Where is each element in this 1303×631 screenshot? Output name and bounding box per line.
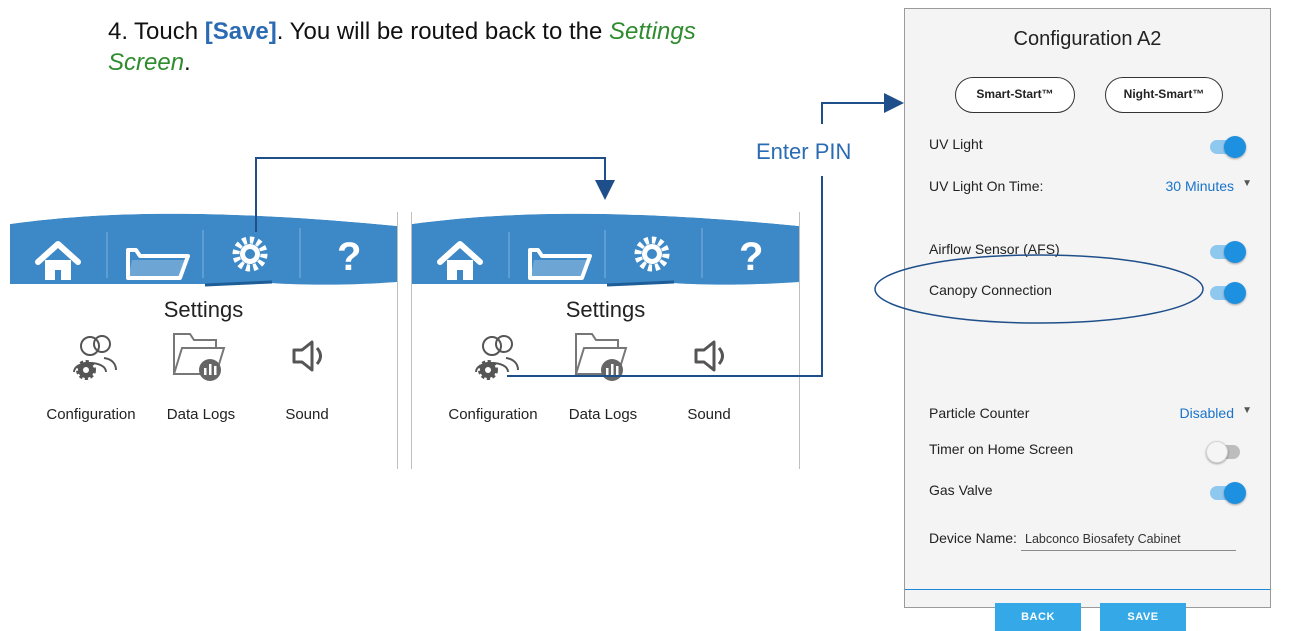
particle-counter-select[interactable]: Disabled ▼: [1179, 405, 1252, 421]
data-logs-label: Data Logs: [166, 406, 236, 423]
nav-bar: ?: [10, 212, 397, 287]
night-smart-button[interactable]: Night-Smart™: [1105, 77, 1223, 113]
gas-valve-label: Gas Valve: [929, 482, 993, 498]
settings-screen-before: ? Settings Configuration Data Logs Sound: [10, 212, 398, 469]
uv-light-on-time-label: UV Light On Time:: [929, 178, 1044, 194]
svg-text:?: ?: [337, 235, 361, 279]
gear-icon[interactable]: [232, 236, 268, 272]
save-reference: [Save]: [204, 18, 277, 45]
instruction-suffix: .: [184, 49, 191, 76]
dropdown-caret-icon: ▼: [1242, 178, 1252, 189]
uv-light-on-time-row: UV Light On Time: 30 Minutes ▼: [929, 175, 1252, 199]
timer-home-label: Timer on Home Screen: [929, 441, 1074, 457]
settings-screen-link-part1: Settings: [609, 18, 696, 45]
data-logs-label: Data Logs: [568, 406, 638, 423]
instruction-prefix: Touch: [134, 18, 205, 45]
nav-bar: ?: [412, 212, 799, 287]
particle-counter-row: Particle Counter Disabled ▼: [929, 402, 1252, 426]
instruction-middle: . You will be routed back to the: [276, 18, 609, 45]
device-name-row: Device Name: Labconco Biosafety Cabinet: [929, 528, 1246, 552]
page-title: Configuration A2: [1013, 28, 1162, 50]
back-button[interactable]: BACK: [995, 603, 1081, 631]
folder-chart-icon: [172, 333, 226, 381]
device-name-field[interactable]: Labconco Biosafety Cabinet: [1021, 527, 1236, 551]
svg-text:?: ?: [739, 235, 763, 279]
configuration-screen: Configuration A2 Smart-Start™ Night-Smar…: [904, 8, 1271, 631]
footer-divider: [905, 589, 1270, 590]
gas-valve-row: Gas Valve: [929, 479, 1246, 504]
canopy-connection-row: Canopy Connection: [929, 279, 1246, 304]
speaker-icon: [694, 340, 724, 372]
uv-light-toggle[interactable]: [1206, 136, 1246, 158]
page-title: Settings: [565, 297, 646, 322]
uv-light-label: UV Light: [929, 136, 983, 152]
step-number: 4.: [108, 18, 129, 45]
folder-icon[interactable]: [528, 248, 592, 280]
canopy-connection-toggle[interactable]: [1206, 282, 1246, 304]
sound-label: Sound: [687, 406, 731, 423]
timer-home-row: Timer on Home Screen: [929, 438, 1246, 463]
timer-home-toggle[interactable]: [1206, 441, 1246, 463]
help-icon[interactable]: ?: [337, 235, 361, 279]
folder-chart-icon: [574, 333, 628, 381]
save-button[interactable]: SAVE: [1100, 603, 1186, 631]
page-title: Settings: [163, 297, 244, 322]
folder-icon[interactable]: [126, 248, 190, 280]
particle-counter-label: Particle Counter: [929, 405, 1030, 421]
smart-start-button[interactable]: Smart-Start™: [955, 77, 1075, 113]
airflow-sensor-row: Airflow Sensor (AFS): [929, 238, 1246, 263]
uv-light-on-time-select[interactable]: 30 Minutes ▼: [1165, 178, 1252, 194]
particle-counter-value: Disabled: [1179, 405, 1234, 421]
settings-screen-after: ? Settings Configuration Data Logs Sound: [411, 212, 800, 469]
help-icon[interactable]: ?: [739, 235, 763, 279]
pin-to-config-arrow: [821, 93, 904, 124]
device-name-label: Device Name:: [929, 530, 1017, 546]
configuration-label: Configuration: [46, 406, 136, 423]
gas-valve-toggle[interactable]: [1206, 482, 1246, 504]
users-gear-icon: [475, 335, 519, 380]
canopy-connection-label: Canopy Connection: [929, 282, 1052, 298]
speaker-icon: [292, 340, 322, 372]
users-gear-icon: [73, 335, 117, 380]
dropdown-caret-icon: ▼: [1242, 405, 1252, 416]
uv-light-on-time-value: 30 Minutes: [1165, 178, 1234, 194]
gear-icon[interactable]: [634, 236, 670, 272]
enter-pin-label: Enter PIN: [756, 139, 852, 164]
instruction-text: 4. Touch [Save]. You will be routed back …: [108, 16, 888, 78]
sound-label: Sound: [285, 406, 329, 423]
uv-light-row: UV Light: [929, 133, 1246, 158]
settings-screen-link-part2: Screen: [108, 49, 185, 76]
airflow-sensor-label: Airflow Sensor (AFS): [929, 241, 1060, 257]
configuration-label: Configuration: [448, 406, 538, 423]
airflow-sensor-toggle[interactable]: [1206, 241, 1246, 263]
